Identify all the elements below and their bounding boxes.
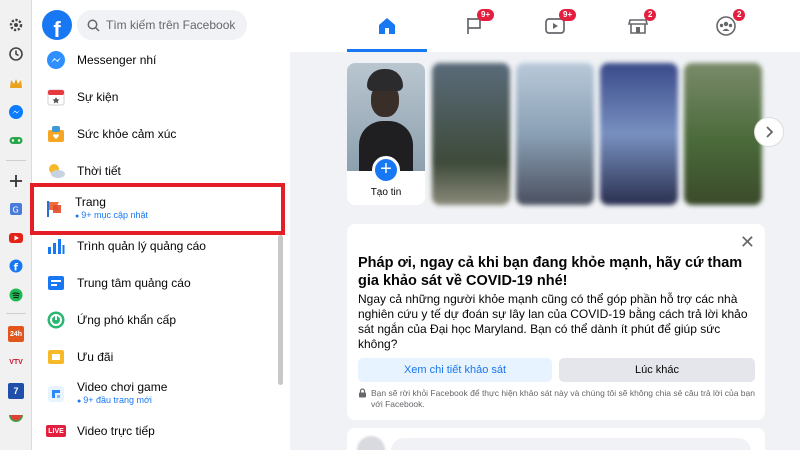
sidebar-item-label: Video chơi game: [77, 380, 168, 394]
sidebar-scrollbar[interactable]: [278, 235, 283, 385]
spotify-extension-icon[interactable]: [7, 286, 25, 304]
crown-extension-icon[interactable]: [7, 75, 25, 93]
notification-badge: 2: [644, 9, 657, 21]
tab-pages[interactable]: 9+: [435, 0, 515, 52]
sidebar-item-messenger-kids[interactable]: Messenger nhí: [32, 40, 282, 80]
create-story-label: Tạo tin: [370, 187, 402, 198]
search-icon: [87, 19, 100, 32]
gaming-video-icon: [46, 384, 66, 404]
home-icon: [379, 18, 395, 34]
browser-extension-bar: G f 24h VTV 7: [0, 0, 32, 450]
ad-center-icon: [46, 273, 66, 293]
translate-extension-icon[interactable]: G: [7, 200, 25, 218]
sidebar-item-label: Sức khỏe cảm xúc: [77, 127, 177, 141]
create-story-card[interactable]: + Tạo tin: [347, 63, 425, 205]
search-input[interactable]: [106, 18, 236, 32]
settings-gear-icon[interactable]: [7, 16, 25, 34]
calendar-icon: [46, 87, 66, 107]
avatar: [357, 436, 385, 450]
highlighted-item-frame: Trang 9+ mục cập nhật: [30, 183, 285, 235]
chevron-right-icon: [766, 126, 774, 138]
facebook-extension-icon[interactable]: f: [7, 257, 25, 275]
history-icon[interactable]: [7, 45, 25, 63]
emotional-health-icon: [46, 124, 66, 144]
sidebar-item-events[interactable]: Sự kiện: [32, 77, 282, 117]
ads-manager-icon: [46, 236, 66, 256]
add-story-icon[interactable]: +: [372, 156, 400, 184]
sidebar-item-crisis-response[interactable]: Ứng phó khẩn cấp: [32, 300, 282, 340]
gamepad-extension-icon[interactable]: [7, 131, 25, 149]
story-card[interactable]: [516, 63, 594, 205]
seven-extension-icon[interactable]: 7: [7, 382, 25, 400]
later-button[interactable]: Lúc khác: [559, 358, 755, 382]
sidebar-item-label: Ứng phó khẩn cấp: [77, 313, 176, 327]
live-video-icon: LIVE: [46, 421, 66, 441]
sidebar-item-label: Trang: [75, 195, 106, 209]
add-extension-icon[interactable]: [7, 172, 25, 190]
messenger-kids-icon: [46, 50, 66, 70]
notification-badge: 9+: [559, 9, 577, 21]
offers-icon: [46, 347, 66, 367]
sidebar-item-pages[interactable]: Trang 9+ mục cập nhật: [36, 188, 276, 230]
tab-marketplace[interactable]: 2: [598, 0, 678, 52]
story-card[interactable]: [432, 63, 510, 205]
survey-body: Ngay cả những người khỏe mạnh cũng có th…: [358, 292, 748, 351]
notification-badge: 2: [733, 9, 746, 21]
update-count: 9+ đầu trang mới: [77, 394, 167, 408]
view-survey-button[interactable]: Xem chi tiết khảo sát: [358, 358, 552, 382]
vtv-extension-icon[interactable]: VTV: [7, 353, 25, 371]
sidebar-item-live-video[interactable]: LIVE Video trực tiếp: [32, 411, 282, 450]
youtube-extension-icon[interactable]: [7, 229, 25, 247]
sidebar-item-ad-center[interactable]: Trung tâm quảng cáo: [32, 263, 282, 303]
sidebar-item-label: Ưu đãi: [77, 350, 114, 364]
story-card[interactable]: [600, 63, 678, 205]
sidebar-item-emotional-health[interactable]: Sức khỏe cảm xúc: [32, 114, 282, 154]
covid-survey-card: ✕ Pháp ơi, ngay cả khi bạn đang khỏe mạn…: [347, 224, 765, 420]
tab-home[interactable]: [347, 0, 427, 52]
notification-badge: 9+: [477, 9, 495, 21]
stories-next-button[interactable]: [754, 117, 784, 147]
sidebar-item-label: Video trực tiếp: [77, 424, 155, 438]
weather-icon: [46, 161, 66, 181]
close-icon[interactable]: ✕: [740, 232, 755, 253]
survey-title: Pháp ơi, ngay cả khi bạn đang khỏe mạnh,…: [358, 255, 743, 289]
sidebar-item-label: Thời tiết: [77, 164, 121, 178]
facebook-logo[interactable]: f: [42, 10, 72, 40]
profile-photo: [347, 63, 425, 171]
sidebar-item-label: Messenger nhí: [77, 53, 157, 67]
story-card[interactable]: [684, 63, 762, 205]
24h-news-extension-icon[interactable]: 24h: [7, 325, 25, 343]
survey-footnote: Bạn sẽ rời khỏi Facebook để thực hiện kh…: [371, 388, 755, 409]
search-box[interactable]: [77, 10, 247, 40]
composer-card: [347, 428, 765, 450]
tab-groups[interactable]: 2: [686, 0, 766, 52]
sidebar-item-label: Sự kiện: [77, 90, 119, 104]
composer-input[interactable]: [391, 438, 751, 450]
top-navigation: 9+ 9+ 2 2: [290, 0, 800, 52]
watermelon-extension-icon[interactable]: [7, 410, 25, 428]
crisis-response-icon: [46, 310, 66, 330]
svg-text:f: f: [14, 263, 19, 274]
messenger-extension-icon[interactable]: [7, 103, 25, 121]
sidebar-item-gaming-video[interactable]: Video chơi game 9+ đầu trang mới: [32, 374, 282, 414]
sidebar-item-offers[interactable]: Ưu đãi: [32, 337, 282, 377]
lock-icon: [359, 388, 366, 398]
tab-watch[interactable]: 9+: [515, 0, 595, 52]
sidebar-item-label: Trung tâm quảng cáo: [77, 276, 191, 290]
update-count: 9+ mục cập nhật: [75, 209, 148, 223]
svg-text:G: G: [13, 206, 19, 215]
sidebar-item-label: Trình quản lý quảng cáo: [77, 239, 206, 253]
flag-icon: [44, 199, 64, 219]
